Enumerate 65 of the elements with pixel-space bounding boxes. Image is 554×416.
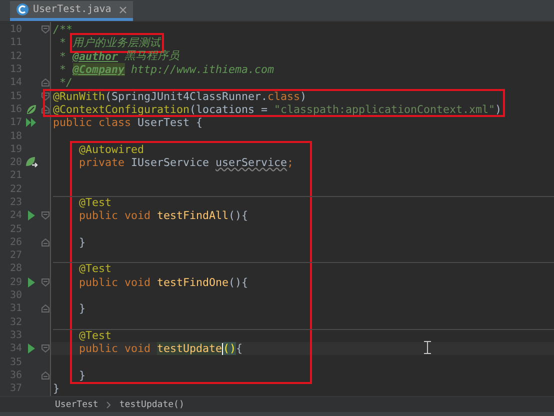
run-icon (26, 276, 36, 289)
code-token: ; (287, 156, 294, 170)
code-token: IUserService (131, 156, 210, 170)
code-token: (){ (228, 209, 248, 222)
code-token: 黑马程序员 (124, 49, 180, 64)
fold-icon (41, 278, 50, 287)
fold-icon (41, 211, 50, 220)
code-token: "classpath:applicationContext.xml" (274, 102, 496, 116)
code-token: (){ (228, 276, 248, 289)
code-token: @Test (78, 196, 112, 209)
breadcrumb[interactable]: testUpdate() (119, 400, 184, 410)
fold-icon (41, 238, 50, 247)
code-token: * (58, 63, 66, 76)
leaf-arrow-icon (24, 156, 38, 170)
code-token: } (53, 382, 60, 396)
code-token: @ContextConfiguration (53, 102, 190, 116)
code-token: private (78, 156, 126, 170)
code-token: @Test (78, 262, 112, 276)
class-icon (16, 3, 29, 16)
code-token: @Company (72, 63, 125, 76)
code-token: () (223, 342, 236, 356)
text-cursor-icon (424, 341, 431, 354)
code-token: * (58, 50, 66, 63)
code-token: (locations = (190, 102, 269, 116)
code-token: /** (53, 23, 73, 36)
fold-icon (41, 304, 50, 314)
code-token: */ (58, 76, 73, 90)
leaf-icon (24, 102, 38, 116)
code-token: UserTest { (138, 116, 203, 130)
code-token: @Autowired (78, 142, 144, 156)
code-token: testUpdate (157, 342, 222, 356)
code-token: ) (495, 102, 502, 116)
fold-icon (41, 92, 50, 101)
code-token: } (78, 236, 86, 249)
run-all-icon (25, 116, 37, 130)
fold-icon (41, 344, 50, 354)
code-token: public void (78, 342, 152, 356)
code-token: 用户的业务层测试 (72, 36, 161, 50)
code-token: } (78, 368, 86, 382)
fold-icon (41, 104, 50, 114)
code-token: public void (78, 276, 152, 289)
code-token: (SpringJUnit4ClassRunner. (105, 90, 268, 103)
code-token: ) (300, 90, 307, 103)
code-token: @RunWith (53, 90, 106, 103)
code-token: userService (216, 156, 288, 170)
close-icon[interactable] (119, 6, 128, 14)
fold-icon (41, 78, 50, 88)
breadcrumb[interactable]: UserTest (55, 400, 98, 410)
code-token: testFindAll (157, 209, 229, 222)
code-token: { (236, 342, 243, 356)
code-token: testFindOne (157, 276, 229, 289)
code-token: class (268, 90, 300, 103)
code-token: public class (53, 116, 132, 130)
file-tab[interactable]: UserTest.java (10, 1, 134, 21)
code-token: public void (78, 209, 152, 222)
run-icon (26, 209, 36, 222)
code-token: @author (72, 50, 118, 63)
fold-icon (41, 25, 50, 34)
run-icon (26, 342, 36, 356)
code-token: } (78, 302, 86, 316)
fold-icon (41, 370, 50, 380)
chevron-icon (106, 400, 112, 408)
code-token: @Test (78, 328, 112, 342)
code-token: http://www.ithiema.com (131, 63, 274, 76)
code-token: * (58, 36, 66, 50)
